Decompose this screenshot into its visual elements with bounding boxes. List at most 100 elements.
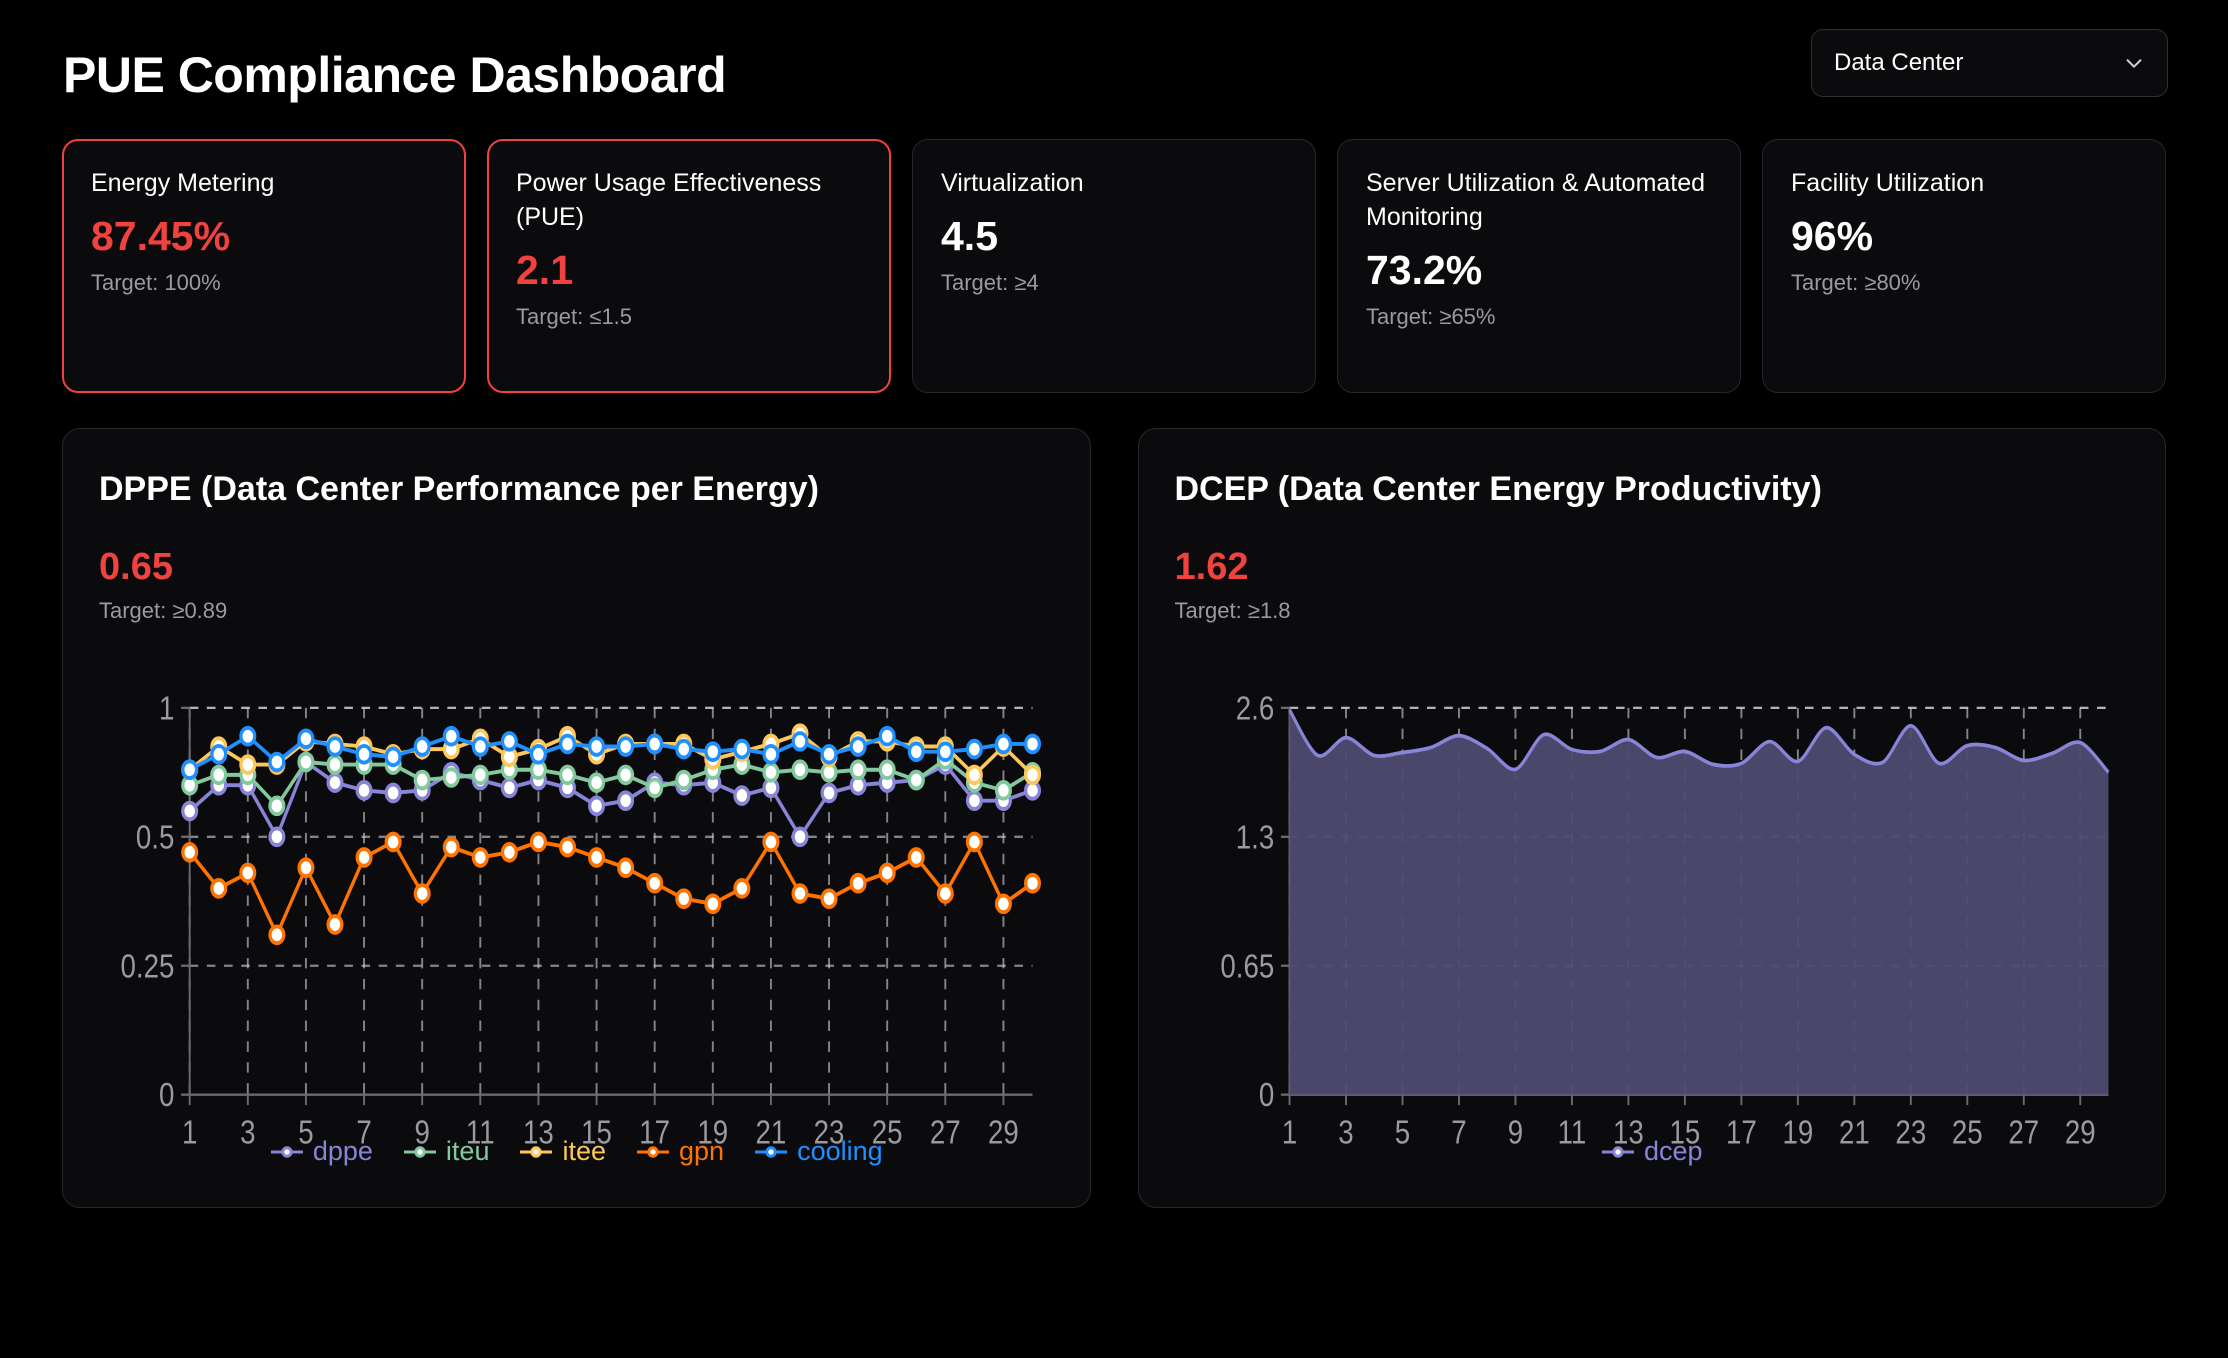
dashboard-header: PUE Compliance Dashboard Data Center — [40, 26, 2188, 122]
legend-item-iteu[interactable]: iteu — [403, 1136, 490, 1167]
legend-label: itee — [562, 1136, 607, 1166]
data-point-gpn — [355, 847, 373, 868]
data-point-cooling — [936, 741, 954, 762]
data-point-gpn — [733, 878, 751, 899]
data-point-gpn — [849, 872, 867, 894]
kpi-value: 73.2% — [1366, 246, 1483, 293]
data-point-dppe — [268, 826, 286, 848]
kpi-value: 87.45% — [91, 212, 231, 259]
data-point-iteu — [442, 767, 460, 788]
data-point-gpn — [617, 857, 635, 879]
y-axis-tick-label: 0 — [1258, 1076, 1273, 1114]
data-center-select-value: Data Center — [1834, 49, 1964, 76]
dashboard-root: PUE Compliance Dashboard Data Center Ene… — [0, 0, 2228, 1358]
data-point-dppe — [181, 800, 199, 822]
data-point-iteu — [558, 764, 576, 786]
chart-panel: DCEP (Data Center Energy Productivity) 1.… — [1137, 428, 2166, 1208]
panel-value: 0.65 — [99, 545, 173, 588]
y-axis-tick-label: 0.25 — [121, 947, 175, 985]
data-point-cooling — [994, 733, 1012, 755]
kpi-card: Power Usage Effectiveness (PUE) 2.1 Target… — [487, 139, 891, 393]
data-point-gpn — [413, 883, 431, 904]
dppe-chart: 00.250.511 3 5 7 9 11 13 15 17 19 21 23 25 27 29 — [121, 689, 1041, 1151]
kpi-card: Energy Metering 87.45% Target: 100% — [62, 139, 466, 393]
legend-label: dppe — [312, 1136, 373, 1166]
data-point-cooling — [646, 733, 664, 755]
data-point-cooling — [791, 731, 809, 752]
data-point-gpn — [239, 862, 257, 884]
data-point-iteu — [878, 759, 896, 781]
kpi-target: Target: ≥80% — [1791, 269, 1921, 295]
data-point-iteu — [210, 764, 228, 786]
data-point-gpn — [326, 914, 344, 935]
data-point-gpn — [500, 841, 518, 863]
chart-panel-row: DPPE (Data Center Performance per Energy… — [40, 428, 2188, 1208]
data-point-iteu — [994, 780, 1012, 801]
data-point-gpn — [878, 862, 896, 884]
area-fill-dcep — [1289, 709, 2109, 1095]
data-point-gpn — [558, 836, 576, 858]
data-point-cooling — [500, 731, 518, 752]
data-point-cooling — [588, 736, 606, 757]
data-point-dppe — [500, 777, 518, 799]
data-point-cooling — [820, 743, 838, 765]
legend-item-itee[interactable]: itee — [519, 1136, 606, 1167]
y-axis-tick-label: 1 — [159, 689, 174, 727]
panel-value: 1.62 — [1174, 545, 1249, 588]
data-center-select[interactable]: Data Center — [1811, 29, 2168, 97]
data-point-gpn — [529, 831, 547, 853]
data-point-cooling — [878, 725, 896, 747]
dcep-chart: 00.651.32.61 3 5 7 9 11 13 15 17 19 21 23 25 27 29 — [1220, 689, 2110, 1151]
series-line-dppe — [188, 760, 1035, 839]
data-point-iteu — [326, 754, 344, 775]
page-title: PUE Compliance Dashboard — [63, 47, 727, 103]
legend-marker-icon — [1601, 1145, 1634, 1158]
data-point-itee — [239, 754, 257, 775]
kpi-title: Facility Utilization — [1791, 169, 1985, 197]
data-point-cooling — [268, 751, 286, 773]
data-point-dppe — [791, 826, 809, 848]
legend-marker-icon — [270, 1145, 303, 1158]
data-point-gpn — [471, 847, 489, 868]
kpi-card-row: Energy Metering 87.45% Target: 100% Power U… — [40, 139, 2188, 393]
legend-marker-icon — [637, 1145, 670, 1158]
kpi-target: Target: 100% — [91, 269, 221, 295]
legend-marker-icon — [403, 1145, 436, 1158]
chevron-down-icon — [2123, 52, 2145, 74]
kpi-card: Server Utilization & Automated Monitorin… — [1337, 139, 1741, 393]
data-point-cooling — [1024, 733, 1041, 755]
legend-label: iteu — [445, 1136, 490, 1166]
data-point-dppe — [588, 795, 606, 817]
data-point-iteu — [675, 769, 693, 791]
data-point-gpn — [994, 893, 1012, 915]
data-point-gpn — [936, 883, 954, 904]
data-point-gpn — [384, 831, 402, 853]
kpi-value: 4.5 — [941, 212, 998, 259]
data-point-dppe — [355, 780, 373, 801]
data-point-iteu — [413, 769, 431, 791]
data-point-iteu — [297, 751, 315, 773]
chart-panel: DPPE (Data Center Performance per Energy… — [62, 428, 1091, 1208]
data-point-cooling — [210, 743, 228, 765]
legend-label: gpn — [679, 1136, 725, 1166]
data-point-gpn — [1024, 872, 1041, 894]
legend-item-dppe[interactable]: dppe — [270, 1136, 373, 1167]
data-point-cooling — [529, 743, 547, 765]
chart-legend: dcep — [1139, 1136, 2166, 1167]
data-point-dppe — [384, 782, 402, 804]
kpi-title: Energy Metering — [91, 169, 275, 197]
data-point-cooling — [297, 728, 315, 750]
data-point-dppe — [820, 782, 838, 804]
chart-area: 0 0.65 1.3 2.6 1 3 5 7 9 11 13 15 17 19 21 23 25 27 29 — [1175, 687, 2130, 1185]
data-point-cooling — [239, 725, 257, 747]
legend-label: cooling — [797, 1136, 883, 1166]
data-point-gpn — [762, 831, 780, 853]
kpi-title: Server Utilization & Automated Monitorin… — [1366, 169, 1706, 231]
data-point-cooling — [326, 736, 344, 757]
legend-item-gpn[interactable]: gpn — [636, 1136, 724, 1167]
data-point-cooling — [704, 741, 722, 762]
data-point-gpn — [588, 847, 606, 868]
chart-legend: dppe iteu itee gpn cooling — [63, 1136, 1090, 1167]
legend-item-cooling[interactable]: cooling — [754, 1136, 883, 1167]
legend-item-dcep[interactable]: dcep — [1601, 1136, 1703, 1167]
